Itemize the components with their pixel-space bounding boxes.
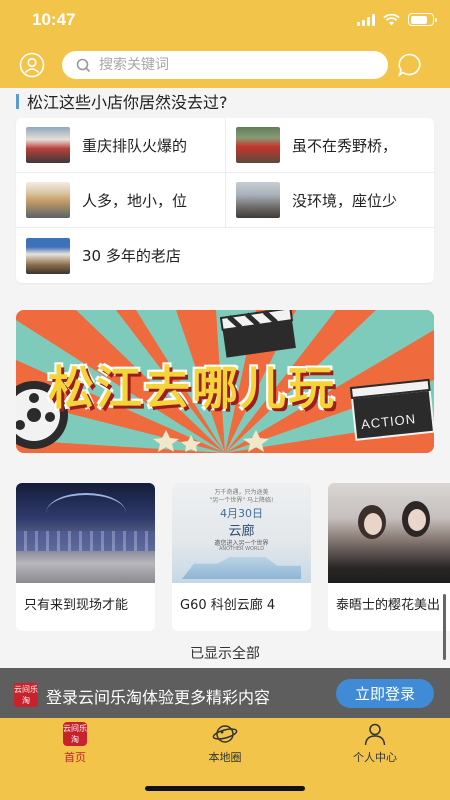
- shop-thumbnail: [26, 182, 70, 218]
- place-card[interactable]: 只有来到现场才能: [16, 483, 155, 631]
- battery-icon: [408, 13, 437, 26]
- tab-label: 个人中心: [353, 751, 397, 764]
- status-time: 10:47: [32, 10, 76, 29]
- place-name: 泰晤士的樱花美出: [336, 598, 441, 613]
- planet-icon: [212, 725, 238, 743]
- list-item[interactable]: 重庆排队火爆的: [16, 118, 225, 173]
- place-image: [328, 483, 450, 583]
- tab-home[interactable]: 云间乐淘 首页: [0, 722, 150, 765]
- end-of-list-note: 已显示全部: [190, 646, 260, 662]
- tab-local-circle[interactable]: 本地圈: [150, 722, 300, 765]
- poster-line2: "另一个世界" 马上降临!: [209, 497, 274, 504]
- search-input[interactable]: [99, 57, 359, 73]
- app-logo-icon: 云间乐淘: [63, 722, 87, 746]
- user-avatar-button[interactable]: [19, 52, 45, 78]
- shop-list-card: 重庆排队火爆的 虽不在秀野桥， 人多，地小，位 没环境，座位少 30 多年的老店: [16, 118, 434, 283]
- login-button[interactable]: 立即登录: [336, 679, 434, 708]
- shop-name: 重庆排队火爆的: [82, 136, 188, 155]
- shop-name: 30 多年的老店: [82, 247, 181, 265]
- search-box[interactable]: [62, 51, 388, 79]
- promo-banner[interactable]: 松江去哪儿玩 ACTION: [16, 310, 434, 453]
- place-image: 万千奇遇，只为途美 "另一个世界" 马上降临! 4月30日 云廊 邀您进入另一个…: [172, 483, 311, 583]
- banner-title: 松江去哪儿玩: [48, 361, 336, 415]
- poster-en: ANOTHER WORLD: [218, 546, 265, 552]
- section-title: 松江这些小店你居然没去过?: [16, 88, 228, 114]
- tab-profile[interactable]: 个人中心: [300, 722, 450, 765]
- shop-name: 没环境，座位少: [292, 191, 398, 210]
- message-button[interactable]: [397, 52, 423, 78]
- tab-label: 首页: [64, 751, 86, 764]
- list-item[interactable]: 虽不在秀野桥，: [225, 118, 434, 173]
- list-item[interactable]: 30 多年的老店: [16, 228, 225, 283]
- shop-name: 虽不在秀野桥，: [292, 136, 398, 155]
- signal-icon: [357, 13, 375, 26]
- chat-bubble-icon: [398, 53, 421, 78]
- status-icons: [357, 13, 437, 26]
- shop-thumbnail: [236, 182, 280, 218]
- place-card[interactable]: 泰晤士的樱花美出: [328, 483, 450, 631]
- list-item[interactable]: 没环境，座位少: [225, 173, 434, 228]
- list-item[interactable]: 人多，地小，位: [16, 173, 225, 228]
- place-card[interactable]: 万千奇遇，只为途美 "另一个世界" 马上降临! 4月30日 云廊 邀您进入另一个…: [172, 483, 311, 631]
- search-icon: [76, 58, 91, 72]
- tab-label: 本地圈: [208, 751, 242, 764]
- user-icon: [19, 52, 45, 78]
- section-title-bar: [16, 93, 19, 109]
- place-image: [16, 483, 155, 583]
- poster-title: 云廊: [228, 524, 255, 539]
- wifi-icon: [383, 13, 400, 25]
- poster-date: 4月30日: [220, 507, 263, 520]
- home-indicator[interactable]: [145, 786, 305, 791]
- section-title-text: 松江这些小店你居然没去过?: [27, 93, 228, 112]
- shop-thumbnail: [26, 237, 70, 274]
- login-prompt-text: 登录云间乐淘体验更多精彩内容: [46, 688, 271, 707]
- shop-thumbnail: [236, 127, 280, 163]
- person-icon: [364, 723, 386, 746]
- place-name: 只有来到现场才能: [24, 598, 129, 613]
- shop-thumbnail: [26, 127, 70, 163]
- place-name: G60 科创云廊 4: [180, 598, 276, 613]
- shop-name: 人多，地小，位: [82, 191, 188, 210]
- app-logo-icon: 云间乐淘: [14, 683, 38, 707]
- status-bar: 10:47: [0, 0, 450, 44]
